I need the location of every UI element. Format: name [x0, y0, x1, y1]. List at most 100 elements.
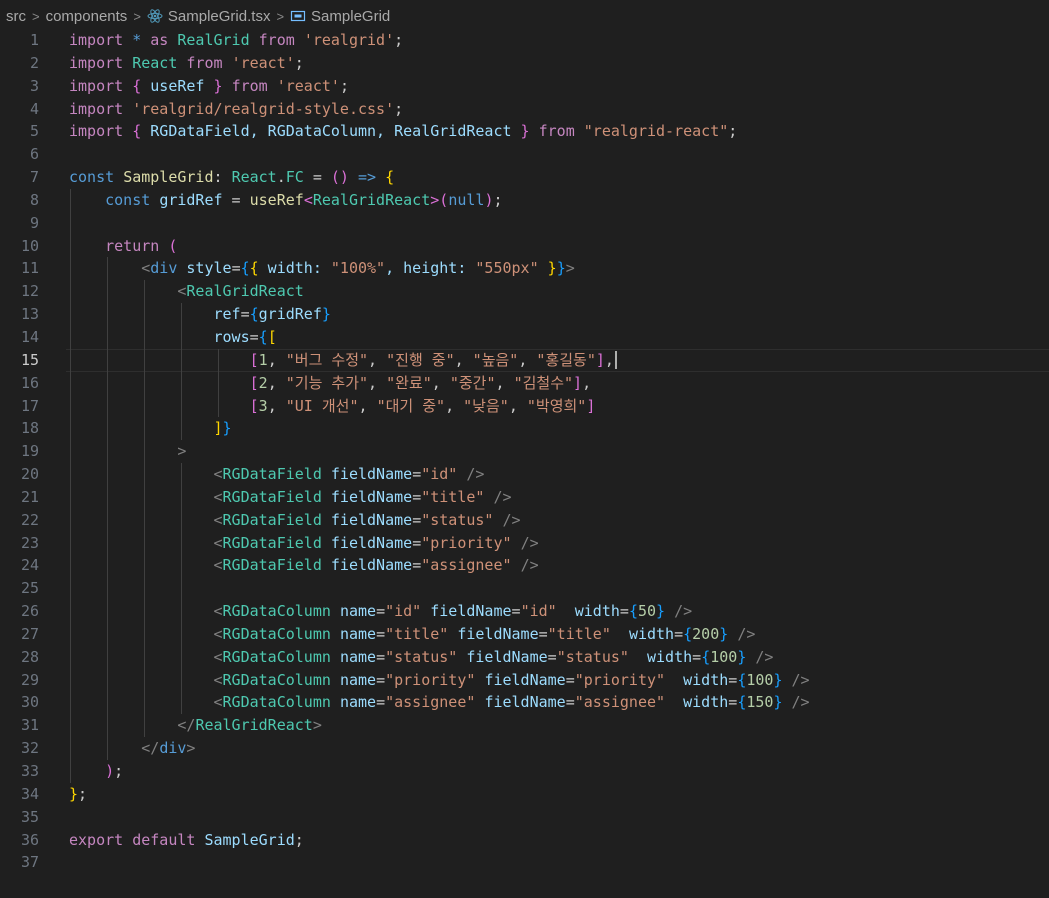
code-line[interactable]: 37	[0, 851, 1049, 874]
code-line[interactable]: 6	[0, 143, 1049, 166]
line-number[interactable]: 18	[0, 417, 39, 440]
code-line[interactable]: 3 import { useRef } from 'react';	[0, 75, 1049, 98]
code-line[interactable]: 25	[0, 577, 1049, 601]
code-line[interactable]: 34};	[0, 783, 1049, 806]
code-text: <RGDataColumn name="id" fieldName="id" w…	[69, 600, 693, 623]
code-line[interactable]: 24 <RGDataField fieldName="assignee" />	[0, 554, 1049, 578]
breadcrumb-file[interactable]: SampleGrid.tsx	[168, 8, 271, 25]
code-editor[interactable]: 1 import * as RealGrid from 'realgrid'; 2 i…	[0, 29, 1049, 874]
line-number[interactable]: 14	[0, 326, 39, 349]
line-number[interactable]: 28	[0, 646, 39, 669]
line-number[interactable]: 34	[0, 783, 39, 806]
code-line[interactable]: 16 [2, "기능 추가", "완료", "중간", "김철수"],	[0, 371, 1049, 395]
line-number[interactable]: 2	[0, 52, 39, 75]
line-number[interactable]: 15	[0, 349, 39, 372]
line-number[interactable]: 12	[0, 280, 39, 303]
code-line[interactable]: 29 <RGDataColumn name="priority" fieldNa…	[0, 668, 1049, 692]
line-number[interactable]: 3	[0, 75, 39, 98]
code-token: ,	[267, 350, 286, 369]
code-line[interactable]: 20 <RGDataField fieldName="id" />	[0, 463, 1049, 486]
code-text: };	[69, 783, 87, 806]
code-line[interactable]: 12 <RealGridReact	[0, 280, 1049, 304]
line-number[interactable]: 35	[0, 806, 39, 829]
line-number[interactable]: 27	[0, 623, 39, 646]
code-token: {	[249, 259, 259, 278]
code-line[interactable]: 17 [3, "UI 개선", "대기 중", "낮음", "박영희"]	[0, 394, 1049, 418]
code-line[interactable]: 13 ref={gridRef}	[0, 303, 1049, 326]
line-number[interactable]: 11	[0, 257, 39, 280]
code-line[interactable]: 30 <RGDataColumn name="assignee" fieldNa…	[0, 691, 1049, 715]
code-line[interactable]: 28 <RGDataColumn name="status" fieldName…	[0, 645, 1049, 669]
code-line[interactable]: 4 import 'realgrid/realgrid-style.css';	[0, 98, 1049, 121]
code-text: <div style={{ width: "100%", height: "55…	[69, 257, 575, 280]
line-number[interactable]: 7	[0, 166, 39, 189]
code-token: 'realgrid/realgrid-style.css'	[132, 99, 395, 118]
breadcrumb-components[interactable]: components	[46, 8, 128, 25]
line-number[interactable]: 9	[0, 212, 39, 235]
code-token: RGDataField	[222, 533, 322, 552]
code-line[interactable]: 31 </RealGridReact>	[0, 714, 1049, 738]
code-token: {	[249, 305, 259, 324]
line-number[interactable]: 24	[0, 554, 39, 577]
code-line[interactable]: 8 const gridRef = useRef<RealGridReact>(…	[0, 188, 1049, 212]
code-line[interactable]: 10 return (	[0, 234, 1049, 258]
line-number[interactable]: 30	[0, 691, 39, 714]
line-number[interactable]: 8	[0, 189, 39, 212]
code-line[interactable]: 32 </div>	[0, 737, 1049, 760]
code-token: width	[647, 647, 693, 666]
code-line[interactable]: 9	[0, 211, 1049, 235]
line-number[interactable]: 19	[0, 440, 39, 463]
line-number[interactable]: 26	[0, 600, 39, 623]
code-line[interactable]: 7 const SampleGrid: React.FC = () => {	[0, 166, 1049, 189]
code-token: fieldName	[330, 556, 413, 575]
code-token: ,	[604, 350, 614, 369]
line-number[interactable]: 25	[0, 577, 39, 600]
code-line[interactable]: 19 >	[0, 440, 1049, 464]
code-token: ]	[586, 396, 596, 415]
line-number[interactable]: 5	[0, 120, 39, 143]
line-number[interactable]: 16	[0, 372, 39, 395]
code-line[interactable]: 21 <RGDataField fieldName="title" />	[0, 485, 1049, 509]
line-number[interactable]: 10	[0, 235, 39, 258]
line-number[interactable]: 23	[0, 532, 39, 555]
code-line[interactable]: 27 <RGDataColumn name="title" fieldName=…	[0, 622, 1049, 646]
line-number[interactable]: 20	[0, 463, 39, 486]
line-number[interactable]: 4	[0, 98, 39, 121]
code-line[interactable]: 5 import { RGDataField, RGDataColumn, Rea…	[0, 120, 1049, 143]
code-line[interactable]: 35	[0, 806, 1049, 829]
code-line[interactable]: 1 import * as RealGrid from 'realgrid';	[0, 29, 1049, 52]
line-number[interactable]: 29	[0, 669, 39, 692]
line-number[interactable]: 13	[0, 303, 39, 326]
code-line[interactable]: 36 export default SampleGrid;	[0, 829, 1049, 852]
code-line[interactable]: 23 <RGDataField fieldName="priority" />	[0, 531, 1049, 555]
code-token: fieldName	[484, 693, 566, 712]
line-number[interactable]: 6	[0, 143, 39, 166]
code-token: name	[339, 624, 377, 643]
code-line[interactable]: 15 [1, "버그 수정", "진행 중", "높음", "홍길동"],	[0, 348, 1049, 372]
code-line[interactable]: 14 rows={[	[0, 325, 1049, 349]
code-token: "550px"	[475, 259, 539, 278]
line-number[interactable]: 31	[0, 714, 39, 737]
line-number[interactable]: 21	[0, 486, 39, 509]
line-number[interactable]: 32	[0, 737, 39, 760]
code-line[interactable]: 33 );	[0, 760, 1049, 783]
code-line[interactable]: 11 <div style={{ width: "100%", height: …	[0, 257, 1049, 281]
code-token: "status"	[556, 647, 629, 666]
code-line[interactable]: 18 ]}	[0, 417, 1049, 441]
line-number[interactable]: 36	[0, 829, 39, 852]
line-number[interactable]: 33	[0, 760, 39, 783]
code-token: "id"	[385, 602, 422, 621]
line-number[interactable]: 22	[0, 509, 39, 532]
code-token: ;	[394, 31, 404, 49]
breadcrumb-src[interactable]: src	[6, 8, 26, 25]
line-number[interactable]: 37	[0, 851, 39, 874]
code-line[interactable]: 22 <RGDataField fieldName="status" />	[0, 508, 1049, 532]
code-line[interactable]: 26 <RGDataColumn name="id" fieldName="id…	[0, 600, 1049, 623]
line-number[interactable]: 1	[0, 29, 39, 52]
code-token: =	[303, 168, 331, 187]
breadcrumb-symbol[interactable]: SampleGrid	[311, 8, 390, 25]
line-number[interactable]: 17	[0, 395, 39, 418]
code-line[interactable]: 2 import React from 'react';	[0, 52, 1049, 75]
